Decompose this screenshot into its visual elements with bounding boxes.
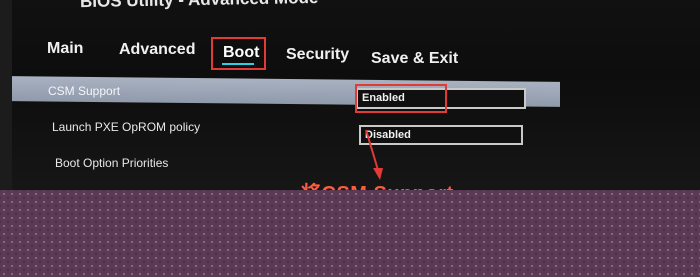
bios-screen: BIOS Utility - Advanced Mode Main Advanc… xyxy=(0,0,700,205)
pixelated-overlay xyxy=(0,190,700,277)
